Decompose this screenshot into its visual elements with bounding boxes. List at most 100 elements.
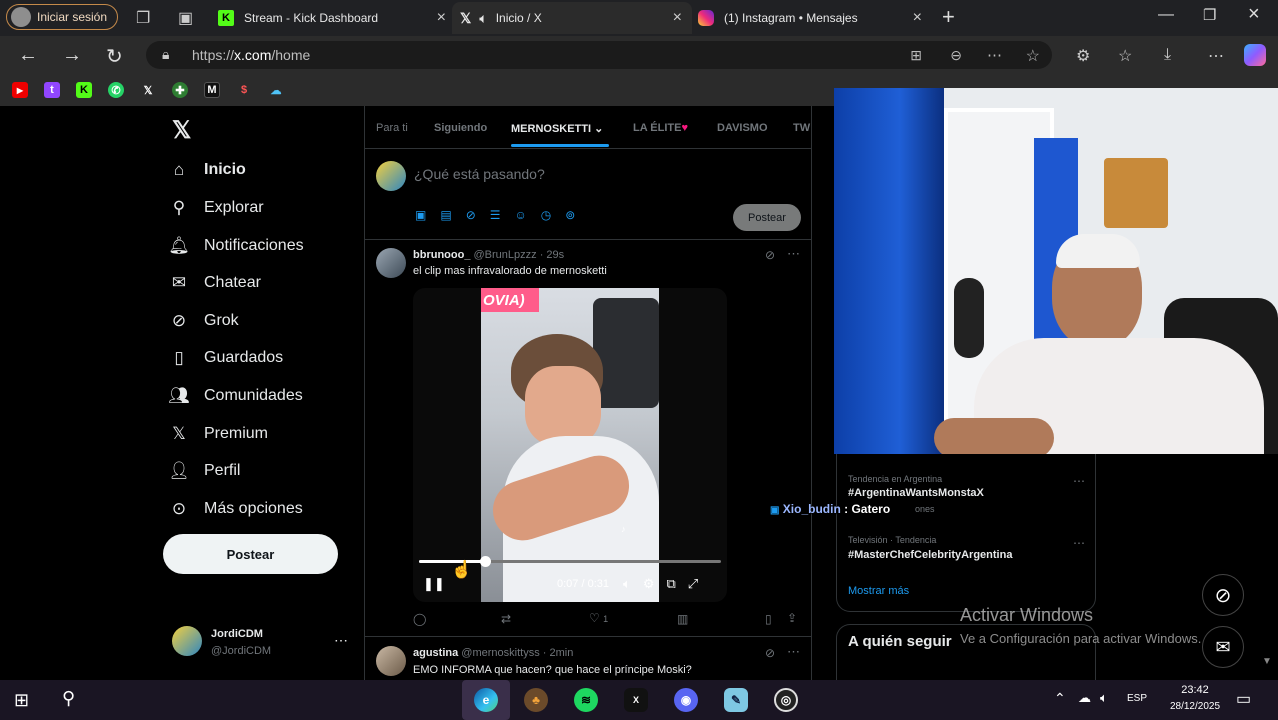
show-more-link[interactable]: Mostrar más — [848, 585, 909, 597]
tab-la-elite[interactable]: LA ÉLITE♥ — [633, 122, 688, 134]
url-field[interactable]: 🔒︎ https://x.com/home ⊞ ⊖ ⋯ ☆ — [146, 41, 1052, 69]
post-video[interactable]: OVIA) ♪ ❚❚ 0:07 / 0:31 🔈︎⚙⧉⤢ — [413, 288, 727, 602]
zoom-icon[interactable]: ⊖ — [950, 47, 962, 64]
close-icon[interactable]: × — [437, 9, 446, 27]
sidebar-item-comunidades[interactable]: 👥︎ Comunidades — [168, 386, 303, 406]
game-icon[interactable]: ✚ — [172, 82, 188, 98]
signin-button[interactable]: Iniciar sesión — [6, 4, 118, 30]
grok-icon[interactable]: ⊘ — [765, 248, 775, 262]
speaker-icon[interactable]: 🔈︎ — [479, 10, 487, 27]
language-indicator[interactable]: ESP — [1127, 693, 1147, 704]
sidebar-item-guardados[interactable]: ▯ Guardados — [168, 348, 283, 368]
grok-float-button[interactable]: ⊘ — [1202, 574, 1244, 616]
fullscreen-icon[interactable]: ⤢ — [688, 576, 710, 591]
favorites-icon[interactable]: ☆ — [1118, 46, 1132, 66]
cloud-icon[interactable]: ☁ — [268, 82, 284, 98]
account-menu-icon[interactable]: ⋯ — [334, 632, 348, 649]
discord-icon[interactable]: ◉ — [674, 688, 698, 712]
search-icon[interactable]: ⚲ — [62, 688, 75, 709]
download-icon[interactable]: ⤓ — [1164, 46, 1171, 64]
windows-start-icon[interactable]: ⊞ — [14, 690, 29, 711]
twitch-icon[interactable]: t — [44, 82, 60, 98]
x-logo-icon[interactable]: 𝕏 — [172, 116, 191, 145]
xsplit-icon[interactable]: X — [624, 688, 648, 712]
poll-icon[interactable]: ☰ — [490, 208, 515, 222]
sidebar-item-inicio[interactable]: ⌂ Inicio — [168, 160, 246, 180]
location-icon[interactable]: ⊚ — [565, 208, 589, 222]
m-icon[interactable]: M — [204, 82, 220, 98]
x-icon[interactable]: 𝕏 — [140, 82, 156, 98]
youtube-icon[interactable]: ▶ — [12, 82, 28, 98]
tab-kick[interactable]: K Stream - Kick Dashboard × — [218, 4, 446, 32]
avatar[interactable] — [172, 626, 202, 656]
more-circle-icon[interactable]: ⋯ — [987, 46, 1002, 64]
spotify-icon[interactable]: ≋ — [574, 688, 598, 712]
app-icon[interactable]: $ — [236, 82, 252, 98]
tab-x[interactable]: 𝕏 🔈︎ Inicio / X × — [452, 2, 692, 34]
emoji-icon[interactable]: ☺ — [515, 208, 541, 222]
volume-icon[interactable]: 🔈︎ — [623, 576, 643, 591]
sidebar-item-perfil[interactable]: 👤︎ Perfil — [168, 461, 240, 481]
extension-icon[interactable]: ⚙ — [1076, 46, 1090, 66]
fl-studio-icon[interactable]: ♣ — [524, 688, 548, 712]
notification-icon[interactable]: ▭ — [1236, 689, 1251, 709]
composer-post-button[interactable]: Postear — [733, 204, 801, 231]
views-icon[interactable]: ▥ — [677, 612, 688, 626]
refresh-icon[interactable]: ↻ — [106, 44, 123, 69]
copilot-icon[interactable] — [1244, 44, 1266, 66]
grok-icon[interactable]: ⊘ — [765, 646, 775, 660]
clock-date[interactable]: 28/12/2025 — [1158, 701, 1232, 712]
more-icon[interactable]: ⋯ — [1073, 474, 1085, 488]
image-icon[interactable]: ▣ — [415, 208, 440, 222]
kick-icon[interactable]: K — [76, 82, 92, 98]
reply-icon[interactable]: ◯ — [413, 612, 426, 626]
pip-icon[interactable]: ⧉ — [666, 576, 687, 591]
grok-icon[interactable]: ⊘ — [466, 208, 490, 222]
share-icon[interactable]: ⇪ — [787, 611, 797, 625]
chevron-up-icon[interactable]: ⌃ — [1054, 690, 1066, 707]
whatsapp-icon[interactable]: ✆ — [108, 82, 124, 98]
tab-davismo[interactable]: DAVISMO — [717, 122, 768, 134]
edge-icon[interactable]: e — [474, 688, 498, 712]
tab-mernosketti[interactable]: MERNOSKETTI ⌄ — [511, 122, 603, 135]
like-button[interactable]: ♡ 1 — [589, 611, 608, 625]
menu-dots-icon[interactable]: ⋯ — [1208, 46, 1224, 66]
speaker-icon[interactable]: 🔈︎ — [1100, 690, 1108, 706]
app-icon[interactable]: ⊞ — [910, 47, 922, 64]
favorite-star-icon[interactable]: ☆ — [1026, 46, 1040, 66]
sidebar-item-grok[interactable]: ⊘ Grok — [168, 311, 239, 331]
scroll-down-icon[interactable]: ▼ — [1262, 656, 1272, 667]
sidebar-item-chatear[interactable]: ✉ Chatear — [168, 273, 261, 293]
bookmark-icon[interactable]: ▯ — [765, 612, 772, 626]
back-icon[interactable]: ← — [18, 44, 38, 67]
sidebar-item-mas-opciones[interactable]: ⊙ Más opciones — [168, 499, 303, 519]
composer-input[interactable]: ¿Qué está pasando? — [414, 166, 545, 182]
more-icon[interactable]: ⋯ — [787, 246, 800, 262]
more-icon[interactable]: ⋯ — [1073, 536, 1085, 550]
tab-actions-icon[interactable]: ▣ — [178, 8, 193, 28]
more-icon[interactable]: ⋯ — [787, 644, 800, 660]
obs-icon[interactable]: ◎ — [774, 688, 798, 712]
tab-siguiendo[interactable]: Siguiendo — [434, 122, 487, 134]
repost-icon[interactable]: ⇄ — [501, 612, 511, 626]
tab-tw[interactable]: TW — [793, 122, 810, 134]
post-author[interactable]: agustina — [413, 647, 458, 659]
tab-instagram[interactable]: (1) Instagram • Mensajes × — [698, 4, 922, 32]
minimize-icon[interactable]: — — [1158, 6, 1174, 24]
post-button[interactable]: Postear — [163, 534, 338, 574]
close-icon[interactable]: × — [913, 9, 922, 27]
workspaces-icon[interactable]: ❐ — [136, 8, 150, 28]
messages-float-button[interactable]: ✉ — [1202, 626, 1244, 668]
sidebar-item-notificaciones[interactable]: 🔔︎ Notificaciones — [168, 236, 303, 256]
forward-icon[interactable]: → — [62, 44, 82, 67]
notepad-icon[interactable]: ✎ — [724, 688, 748, 712]
restore-icon[interactable]: ❐ — [1203, 6, 1216, 24]
network-icon[interactable]: ☁ — [1078, 690, 1091, 706]
gif-icon[interactable]: ▤ — [440, 208, 465, 222]
close-icon[interactable]: × — [673, 9, 682, 27]
trend-name[interactable]: #MasterChefCelebrityArgentina — [848, 549, 1012, 561]
schedule-icon[interactable]: ◷ — [541, 208, 565, 222]
avatar[interactable] — [376, 646, 406, 676]
sidebar-item-explorar[interactable]: ⚲ Explorar — [168, 198, 264, 218]
trend-name[interactable]: #ArgentinaWantsMonstaX — [848, 487, 984, 499]
